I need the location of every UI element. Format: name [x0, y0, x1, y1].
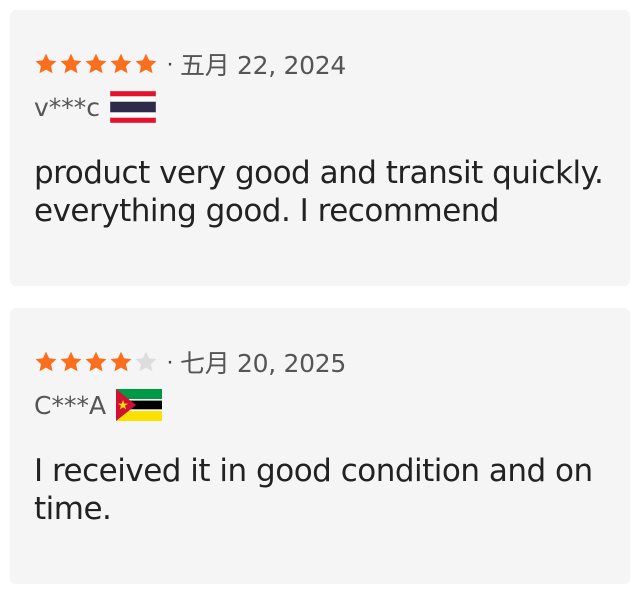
review-card: · 五月 22, 2024 v***c product very good an… — [10, 10, 630, 286]
review-text: product very good and transit quickly. e… — [34, 155, 604, 229]
reviewer-line: v***c — [34, 90, 606, 124]
rating-line: · 五月 22, 2024 — [34, 48, 606, 80]
rating-line: · 七月 20, 2025 — [34, 346, 606, 378]
star-filled-icon — [34, 52, 58, 76]
thailand-flag-icon — [110, 91, 157, 123]
star-rating — [34, 52, 158, 76]
mozambique-flag-icon — [116, 389, 163, 421]
star-filled-icon — [109, 350, 133, 374]
star-empty-icon — [134, 350, 158, 374]
star-rating — [34, 350, 158, 374]
star-filled-icon — [59, 52, 83, 76]
star-filled-icon — [34, 350, 58, 374]
reviewer-name: C***A — [34, 390, 107, 420]
star-filled-icon — [134, 52, 158, 76]
separator-dot: · — [166, 348, 174, 375]
star-filled-icon — [84, 350, 108, 374]
star-filled-icon — [59, 350, 83, 374]
reviewer-name: v***c — [34, 92, 101, 122]
review-card: · 七月 20, 2025 C***A I received it in goo… — [10, 308, 630, 584]
review-date: 五月 22, 2024 — [180, 51, 346, 80]
review-date: 七月 20, 2025 — [180, 349, 346, 378]
star-filled-icon — [109, 52, 133, 76]
reviewer-line: C***A — [34, 388, 606, 422]
separator-dot: · — [166, 50, 174, 77]
star-filled-icon — [84, 52, 108, 76]
review-text: I received it in good condition and on t… — [34, 453, 593, 527]
